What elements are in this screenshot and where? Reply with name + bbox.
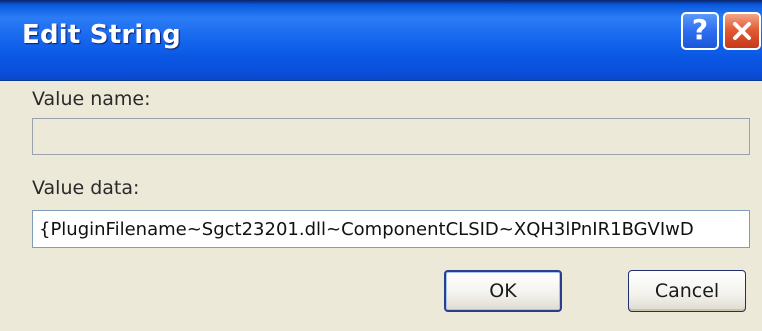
title-bar[interactable]: Edit String ? bbox=[0, 0, 762, 81]
ok-button[interactable]: OK bbox=[444, 270, 562, 312]
value-data-input[interactable]: {PluginFilename~Sgct23201.dll~ComponentC… bbox=[32, 210, 750, 248]
close-icon bbox=[733, 22, 751, 40]
cancel-button[interactable]: Cancel bbox=[628, 270, 746, 312]
help-icon: ? bbox=[691, 13, 709, 46]
value-data-text: {PluginFilename~Sgct23201.dll~ComponentC… bbox=[39, 218, 694, 240]
edit-string-dialog: Edit String ? Value name: Value data: {P… bbox=[0, 0, 762, 331]
value-name-field bbox=[32, 118, 750, 155]
value-data-label: Value data: bbox=[32, 177, 140, 199]
close-button[interactable] bbox=[723, 12, 761, 50]
value-name-label: Value name: bbox=[32, 88, 151, 110]
dialog-title: Edit String bbox=[22, 20, 181, 50]
help-button[interactable]: ? bbox=[681, 12, 719, 50]
